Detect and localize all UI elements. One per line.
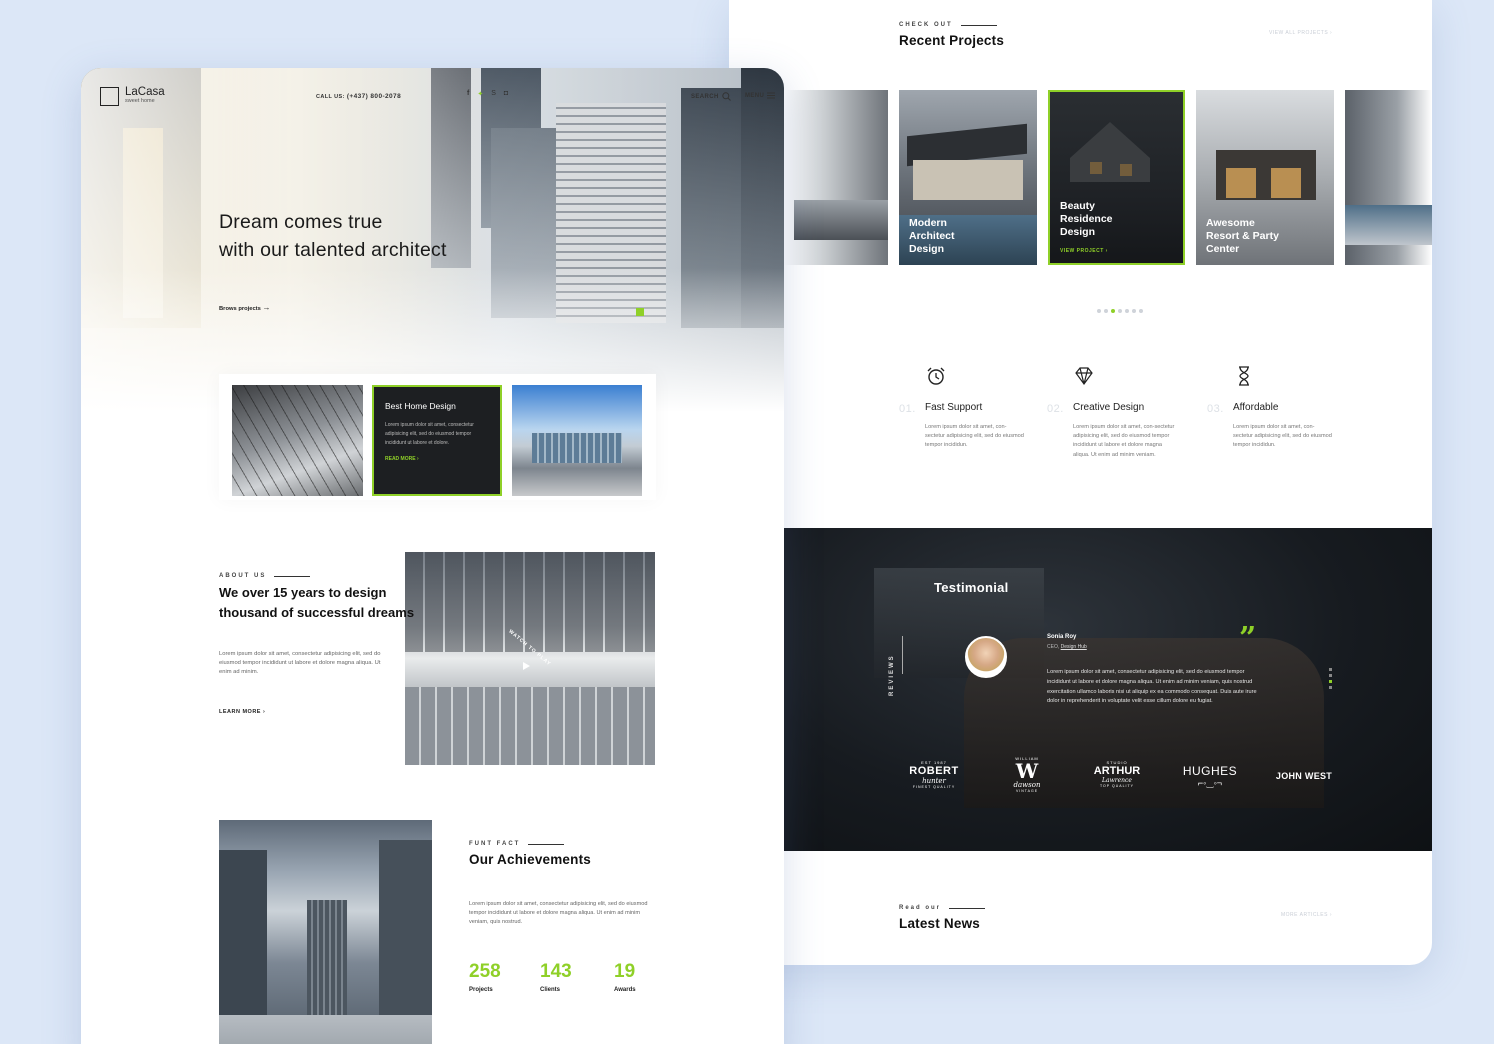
stat-label: Awards: [614, 987, 636, 993]
news-eyebrow: Read our: [899, 905, 986, 911]
recent-projects-title: Recent Projects: [899, 33, 1005, 48]
stat-projects: 258 Projects: [469, 961, 501, 993]
service-image-3[interactable]: [512, 385, 642, 496]
diamond-icon: [1075, 367, 1093, 386]
hero-headline: Dream comes true with our talented archi…: [219, 211, 447, 261]
feature-affordable: 03. Affordable Lorem ipsum dolor sit ame…: [1207, 365, 1363, 451]
about-desc: Lorem ipsum dolor sit amet, consectetur …: [219, 651, 381, 676]
logo-tagline: sweet home: [125, 98, 155, 104]
testimonial-pagination-dots[interactable]: [1329, 668, 1332, 689]
play-icon[interactable]: [523, 662, 530, 670]
hourglass-icon: [1239, 366, 1249, 386]
stat-awards: 19 Awards: [614, 961, 636, 993]
feature-title: Creative Design: [1073, 402, 1145, 413]
feature-desc: Lorem ipsum dolor sit amet, con-sectetur…: [925, 424, 1024, 449]
about-video[interactable]: WATCH TO PLAY: [405, 552, 655, 765]
service-card-title: Best Home Design: [385, 401, 456, 411]
project-caption: Beauty Residence Design: [1060, 200, 1113, 238]
project-card-faded-left[interactable]: [784, 90, 888, 265]
logo-arthur-lawrence: STUDIO ARTHUR Lawrence TOP QUALITY: [1093, 760, 1141, 788]
call-us: CALL US: (+437) 800-2078: [316, 93, 402, 100]
project-card-faded-right[interactable]: [1345, 90, 1432, 265]
stat-label: Clients: [540, 987, 561, 993]
stat-clients: 143 Clients: [540, 961, 572, 993]
reviewer-company-link[interactable]: Design Hub: [1061, 644, 1087, 650]
search-icon: [722, 92, 731, 101]
feature-number: 03.: [1207, 403, 1224, 415]
testimonial-title: Testimonial: [934, 580, 1009, 595]
feature-desc: Lorem ipsum dolor sit amet, con-sectetur…: [1233, 424, 1332, 449]
stat-value: 19: [614, 961, 636, 982]
view-all-projects-link[interactable]: VIEW ALL PROJECTS ›: [1269, 30, 1332, 36]
project-pagination-dots[interactable]: [1097, 309, 1143, 313]
feature-creative-design: 02. Creative Design Lorem ipsum dolor si…: [1047, 365, 1203, 460]
logo-william-dawson: WILLIAM W dawson VINTAGE: [1013, 756, 1041, 793]
menu-button[interactable]: MENU: [745, 92, 776, 99]
achievements-image: [219, 820, 432, 1044]
service-image-1[interactable]: [232, 385, 363, 496]
reviews-side-label: REVIEWS: [889, 654, 895, 696]
search-button[interactable]: SEARCH: [691, 92, 731, 101]
project-caption: Modern Architect Design: [909, 217, 955, 255]
recent-eyebrow: CHECK OUT: [899, 22, 997, 28]
quote-icon: ”: [1239, 621, 1257, 656]
latest-news-title: Latest News: [899, 916, 980, 931]
service-card-best-home-design[interactable]: Best Home Design Lorem ipsum dolor sit a…: [372, 385, 502, 496]
hamburger-icon: [767, 92, 776, 99]
feature-desc: Lorem ipsum dolor sit amet, con-sectetur…: [1073, 424, 1175, 458]
project-card-beauty-residence[interactable]: Beauty Residence Design VIEW PROJECT ›: [1048, 90, 1185, 265]
testimonial-section: Testimonial REVIEWS Sonia Roy CEO, Desig…: [784, 528, 1432, 851]
recent-projects-page: CHECK OUT Recent Projects VIEW ALL PROJE…: [729, 0, 1432, 965]
logo-john-west: JOHN WEST: [1275, 771, 1333, 781]
about-eyebrow: ABOUT US: [219, 573, 311, 579]
feature-title: Fast Support: [925, 402, 983, 413]
twitter-icon[interactable]: ✦: [477, 90, 483, 98]
stat-label: Projects: [469, 987, 493, 993]
achievements-desc: Lorem ipsum dolor sit amet, consectetur …: [469, 901, 648, 926]
achievements-title: Our Achievements: [469, 852, 591, 867]
instagram-icon[interactable]: ◘: [504, 90, 508, 98]
feature-number: 02.: [1047, 403, 1064, 415]
avatar: [965, 636, 1007, 678]
facebook-icon[interactable]: f: [467, 90, 469, 98]
project-card-modern-architect[interactable]: Modern Architect Design: [899, 90, 1037, 265]
hero-slide-indicator[interactable]: [636, 308, 644, 316]
project-card-awesome-resort[interactable]: Awesome Resort & Party Center: [1196, 90, 1334, 265]
stat-value: 143: [540, 961, 572, 982]
achievements-eyebrow: FUNT FACT: [469, 841, 565, 847]
home-page: LaCasa sweet home CALL US: (+437) 800-20…: [81, 68, 784, 1044]
stat-value: 258: [469, 961, 501, 982]
browse-projects-link[interactable]: Brows projects →: [219, 303, 271, 312]
logo-mark-icon: [100, 87, 119, 106]
feature-fast-support: 01. Fast Support Lorem ipsum dolor sit a…: [899, 365, 1055, 451]
feature-number: 01.: [899, 403, 916, 415]
testimonial-quote: Lorem ipsum dolor sit amet, consectetur …: [1047, 669, 1257, 705]
social-links: f ✦ S ◘: [467, 90, 508, 98]
view-project-link[interactable]: VIEW PROJECT ›: [1060, 248, 1108, 254]
logo-robert-hunter: EST 1987 ROBERT hunter FINEST QUALITY: [909, 760, 959, 789]
logo-hughes: HUGHES ⌐◦‿◦¬: [1182, 764, 1238, 788]
read-more-link[interactable]: READ MORE ›: [385, 456, 489, 462]
more-articles-link[interactable]: MORE ARTICLES ›: [1281, 912, 1332, 918]
alarm-clock-icon: [927, 367, 945, 385]
logo-name[interactable]: LaCasa: [125, 86, 165, 98]
skype-icon[interactable]: S: [491, 90, 496, 98]
project-caption: Awesome Resort & Party Center: [1206, 217, 1279, 255]
feature-title: Affordable: [1233, 402, 1279, 413]
about-title: We over 15 years to design thousand of s…: [219, 585, 415, 620]
reviewer-name: Sonia Roy: [1047, 634, 1077, 640]
service-card-desc: Lorem ipsum dolor sit amet, consectetur …: [385, 422, 474, 446]
learn-more-link[interactable]: LEARN MORE ›: [219, 709, 265, 715]
reviewer-role: CEO, Design Hub: [1047, 644, 1087, 650]
